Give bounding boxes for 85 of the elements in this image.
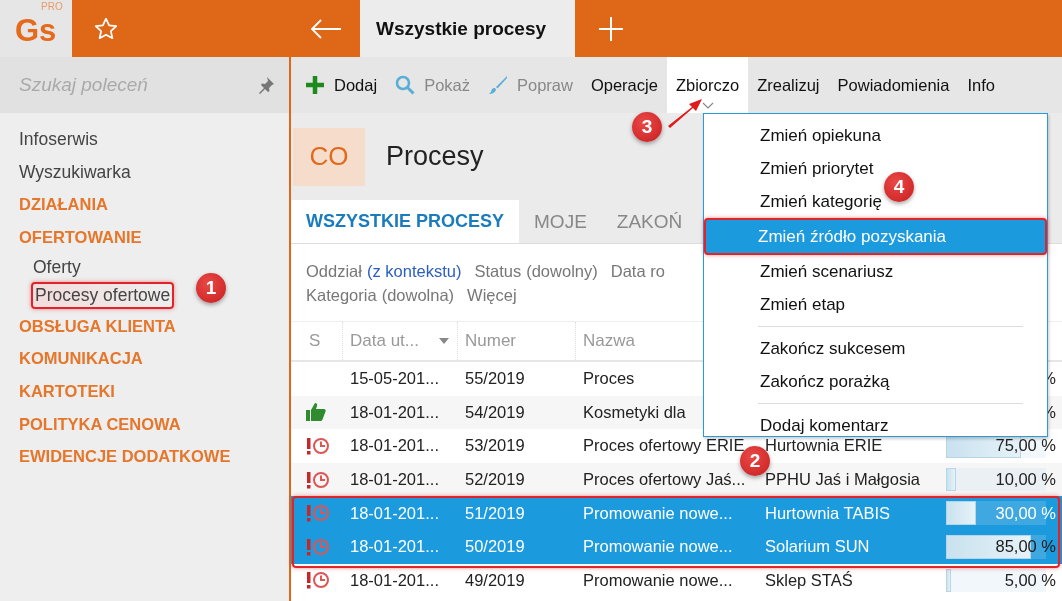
table-cell: 30,00 % [995, 503, 1056, 523]
table-cell-text: 50/2019 [464, 536, 526, 558]
filter-label[interactable]: Więcej [467, 283, 517, 307]
table-cell-text: 18-01-201... [349, 502, 440, 524]
add-tab-icon[interactable] [598, 15, 624, 42]
table-cell-text: 18-01-201... [349, 536, 440, 558]
menu-item[interactable]: Zmień priorytet [706, 152, 874, 185]
table-cell: Promowanie nowe... [583, 537, 733, 557]
menu-item[interactable]: Zmień opiekuna [706, 119, 881, 152]
sidebar-item[interactable]: KARTOTEKI [17, 380, 117, 402]
column-header[interactable]: Data ut... [343, 322, 458, 360]
table-cell-text: 53/2019 [464, 435, 526, 457]
alert-clock-icon [305, 537, 331, 556]
chevron-down-icon [701, 102, 714, 109]
thumbs-up-icon [305, 402, 327, 423]
table-cell-text: 18-01-201... [349, 435, 440, 457]
sidebar-item[interactable]: Procesy ofertowe [31, 282, 175, 310]
table-cell: 10,00 % [995, 470, 1056, 490]
table-cell-text: 18-01-201... [349, 569, 440, 591]
filter-value[interactable]: (dowolny) [526, 259, 598, 283]
table-cell: Promowanie nowe... [583, 503, 733, 523]
sidebar-item[interactable]: OBSŁUGA KLIENTA [17, 315, 178, 337]
view-tab[interactable]: WSZYSTKIE PROCESY [291, 200, 520, 243]
document-tab[interactable]: Wszystkie procesy [360, 0, 575, 57]
view-tab[interactable]: ZAKOŃ [601, 200, 698, 243]
table-cell: Sklep STAŚ [765, 570, 853, 590]
module-code: CO [293, 127, 365, 186]
filter-value[interactable]: (z kontekstu) [366, 259, 462, 283]
table-cell-text: 18-01-201... [349, 401, 440, 423]
table-cell-text: 54/2019 [464, 401, 526, 423]
menu-item[interactable]: Zmień kategorię [706, 185, 882, 218]
alert-clock-icon [305, 571, 331, 590]
alert-clock-icon [305, 437, 331, 455]
sidebar-item[interactable]: KOMUNIKACJA [17, 348, 145, 370]
filter-label[interactable]: Oddział [306, 259, 362, 283]
table-cell-text: 49/2019 [464, 569, 526, 591]
sidebar-item[interactable]: Infoserwis [17, 127, 100, 151]
table-cell-text: 18-01-201... [349, 469, 440, 491]
sidebar-item[interactable]: POLITYKA CENOWA [17, 413, 183, 435]
table-cell: 5,00 % [1004, 570, 1056, 590]
pin-icon[interactable] [257, 76, 275, 94]
table-cell: 75,00 % [995, 436, 1056, 456]
toolbar-button[interactable]: Powiadomienia [828, 57, 959, 113]
filter-label[interactable]: Data ro [610, 259, 665, 283]
sort-down-icon [439, 338, 449, 344]
pointer-arrow [667, 98, 703, 128]
menu-item[interactable]: Zmień źródło pozyskania [704, 218, 1047, 255]
sidebar-item[interactable]: EWIDENCJE DODATKOWE [17, 446, 233, 468]
table-cell: Kosmetyki dla [583, 402, 686, 422]
star-icon[interactable] [93, 15, 119, 42]
sidebar-item[interactable]: OFERTOWANIE [17, 226, 144, 248]
app-logo: Gs [15, 15, 57, 46]
menu-item[interactable]: Zmień etap [706, 288, 846, 321]
column-header[interactable]: Numer [458, 322, 576, 360]
sidebar-item[interactable]: Oferty [31, 256, 83, 280]
menu-item[interactable]: Zmień scenariusz [706, 255, 894, 288]
brush-icon [488, 75, 508, 95]
back-arrow-icon[interactable] [310, 17, 342, 40]
table-cell-text: 51/2019 [464, 502, 526, 524]
alert-clock-icon [305, 470, 331, 489]
toolbar-button[interactable]: Info [958, 57, 1004, 113]
column-header[interactable]: S [291, 322, 343, 360]
sidebar-item[interactable]: Wyszukiwarka [17, 160, 133, 184]
view-tab[interactable]: MOJE [519, 200, 602, 243]
filter-label[interactable]: Kategoria [306, 283, 377, 307]
table-cell-text: 52/2019 [464, 469, 526, 491]
alert-clock-icon [305, 504, 331, 523]
page-title: Procesy [386, 141, 484, 172]
sidebar-item[interactable]: DZIAŁANIA [17, 194, 110, 216]
filter-label[interactable]: Status [474, 259, 522, 283]
toolbar-button[interactable]: Zrealizuj [748, 57, 829, 113]
table-cell: Solarium SUN [765, 537, 870, 557]
toolbar-button[interactable]: Operacje [581, 57, 667, 113]
table-cell: Promowanie nowe... [583, 570, 733, 590]
plus-icon [305, 75, 325, 95]
table-cell-text: 55/2019 [464, 368, 526, 390]
table-cell: Proces [583, 369, 635, 389]
pro-label: PRO [41, 2, 63, 12]
menu-item[interactable]: Zakończ porażką [706, 365, 890, 398]
search-icon [395, 75, 416, 95]
table-cell: Hurtownia TABIS [765, 503, 891, 523]
toolbar-button[interactable]: Dodaj [291, 57, 387, 113]
table-cell-text: 15-05-201... [349, 368, 440, 390]
toolbar-button[interactable]: Zbiorczo [666, 57, 749, 113]
filter-value[interactable]: (dowolna) [381, 283, 455, 307]
